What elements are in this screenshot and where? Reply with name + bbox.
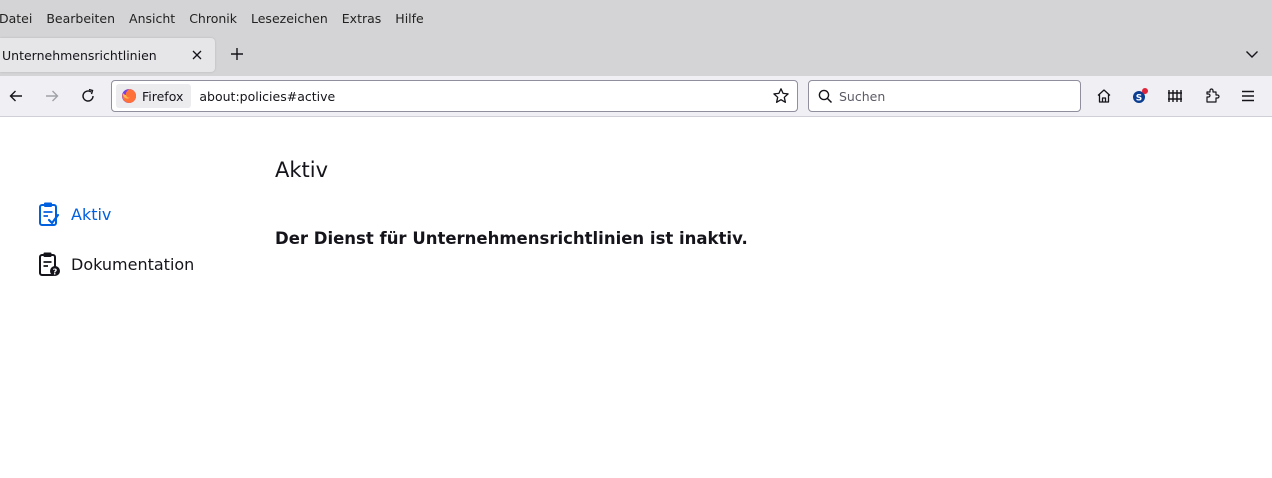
tab-strip: Unternehmensrichtlinien (0, 36, 1272, 76)
extension-badge-icon: S (1133, 88, 1148, 104)
home-button[interactable] (1090, 82, 1118, 110)
menu-lesezeichen[interactable]: Lesezeichen (251, 11, 328, 26)
tab-unternehmensrichtlinien[interactable]: Unternehmensrichtlinien (0, 38, 215, 72)
chevron-down-icon (1246, 51, 1258, 58)
search-icon (818, 89, 833, 104)
home-icon (1097, 89, 1111, 103)
svg-text:?: ? (53, 267, 58, 276)
library-button[interactable] (1162, 82, 1190, 110)
forward-button[interactable] (38, 82, 66, 110)
menu-hilfe[interactable]: Hilfe (395, 11, 423, 26)
new-tab-button[interactable] (224, 41, 250, 67)
close-tab-icon[interactable] (185, 43, 209, 67)
back-button[interactable] (2, 82, 30, 110)
menu-extras[interactable]: Extras (342, 11, 382, 26)
tab-title: Unternehmensrichtlinien (2, 47, 157, 63)
reload-icon (82, 88, 94, 102)
url-bar[interactable]: Firefox about:policies#active (111, 80, 798, 112)
search-bar[interactable] (808, 80, 1081, 112)
sidebar-item-dokumentation[interactable]: ? Dokumentation (36, 249, 194, 279)
inactive-message: Der Dienst für Unternehmensrichtlinien i… (275, 229, 748, 248)
sidebar-item-label: Dokumentation (71, 254, 195, 274)
back-arrow-icon (9, 90, 22, 102)
navigation-toolbar: Firefox about:policies#active S (0, 76, 1272, 117)
menu-bearbeiten[interactable]: Bearbeiten (46, 11, 115, 26)
identity-label: Firefox (142, 88, 184, 104)
forward-arrow-icon (46, 90, 59, 102)
list-all-tabs-button[interactable] (1240, 42, 1264, 66)
identity-box[interactable]: Firefox (116, 84, 192, 108)
app-menu-button[interactable] (1234, 82, 1262, 110)
menu-bar: Datei Bearbeiten Ansicht Chronik Lesezei… (0, 0, 1272, 36)
url-text[interactable]: about:policies#active (199, 89, 769, 104)
menu-ansicht[interactable]: Ansicht (129, 11, 175, 26)
svg-text:S: S (1136, 94, 1142, 104)
sidebar-item-aktiv[interactable]: Aktiv (36, 199, 111, 229)
menu-chronik[interactable]: Chronik (189, 11, 237, 26)
reload-button[interactable] (74, 82, 102, 110)
hamburger-menu-icon (1242, 90, 1254, 102)
extension-button[interactable]: S (1126, 82, 1154, 110)
firefox-logo-icon (122, 89, 136, 103)
clipboard-check-icon (36, 201, 62, 227)
puzzle-piece-icon (1206, 88, 1220, 103)
page-title: Aktiv (275, 158, 329, 182)
clipboard-question-icon: ? (36, 251, 62, 277)
extensions-button[interactable] (1198, 82, 1226, 110)
sidebar-item-label: Aktiv (71, 204, 112, 224)
plus-icon (231, 48, 243, 60)
library-icon (1168, 90, 1182, 102)
menu-datei[interactable]: Datei (0, 11, 32, 26)
bookmark-star-icon[interactable] (769, 84, 793, 108)
search-input[interactable] (839, 88, 1059, 104)
